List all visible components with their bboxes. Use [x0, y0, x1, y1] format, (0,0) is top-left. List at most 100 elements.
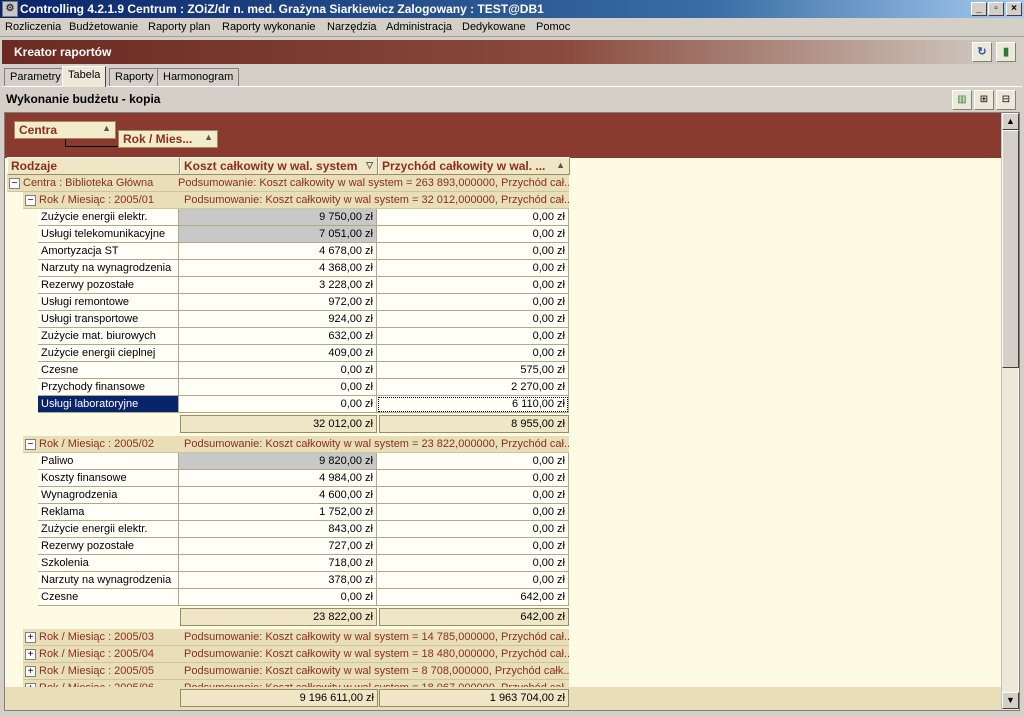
collapse-icon[interactable]: −	[9, 178, 20, 189]
cell-koszt[interactable]: 1 752,00 zł	[179, 504, 377, 521]
group-row-month-collapsed[interactable]: + Rok / Miesiąc : 2005/05 Podsumowanie: Ko…	[23, 663, 569, 680]
cell-przychod[interactable]: 575,00 zł	[377, 362, 569, 379]
cell-przychod[interactable]: 0,00 zł	[377, 453, 569, 470]
menu-rozliczenia[interactable]: Rozliczenia	[5, 21, 61, 33]
table-row[interactable]: Zużycie energii elektr. 9 750,00 zł 0,00 z…	[5, 209, 571, 226]
cell-koszt[interactable]: 632,00 zł	[179, 328, 377, 345]
cell-rodzaj[interactable]: Usługi laboratoryjne	[38, 396, 179, 413]
cell-rodzaj[interactable]: Paliwo	[38, 453, 179, 470]
table-row[interactable]: Narzuty na wynagrodzenia 4 368,00 zł 0,00 …	[5, 260, 571, 277]
column-header-koszt[interactable]: Koszt całkowity w wal. system ▽	[180, 157, 378, 175]
cell-koszt[interactable]: 0,00 zł	[179, 589, 377, 606]
cell-koszt[interactable]: 843,00 zł	[179, 521, 377, 538]
cell-przychod[interactable]: 0,00 zł	[377, 487, 569, 504]
cell-rodzaj[interactable]: Zużycie energii cieplnej	[38, 345, 179, 362]
cell-koszt[interactable]: 409,00 zł	[179, 345, 377, 362]
chart-icon[interactable]: ▥	[952, 90, 972, 110]
scroll-up-button[interactable]: ▲	[1002, 113, 1019, 130]
cell-koszt[interactable]: 4 984,00 zł	[179, 470, 377, 487]
cell-rodzaj[interactable]: Szkolenia	[38, 555, 179, 572]
pin-icon[interactable]: ▮	[996, 42, 1016, 62]
cell-koszt[interactable]: 9 820,00 zł	[179, 453, 377, 470]
cell-przychod[interactable]: 0,00 zł	[377, 243, 569, 260]
column-header-przychod[interactable]: Przychód całkowity w wal. ... ▲	[378, 157, 570, 175]
table-row[interactable]: Zużycie energii elektr. 843,00 zł 0,00 zł	[5, 521, 571, 538]
cell-koszt[interactable]: 378,00 zł	[179, 572, 377, 589]
table-row[interactable]: Rezerwy pozostałe 727,00 zł 0,00 zł	[5, 538, 571, 555]
cell-koszt[interactable]: 4 368,00 zł	[179, 260, 377, 277]
cell-przychod[interactable]: 0,00 zł	[377, 555, 569, 572]
cell-przychod[interactable]: 0,00 zł	[377, 538, 569, 555]
cell-koszt[interactable]: 0,00 zł	[179, 396, 377, 413]
cell-koszt[interactable]: 4 678,00 zł	[179, 243, 377, 260]
window-title-bar[interactable]: ⚙ Controlling 4.2.1.9 Centrum : ZOiZ/dr …	[0, 0, 1024, 18]
cell-koszt[interactable]: 727,00 zł	[179, 538, 377, 555]
cell-koszt[interactable]: 7 051,00 zł	[179, 226, 377, 243]
table-row[interactable]: Usługi transportowe 924,00 zł 0,00 zł	[5, 311, 571, 328]
cell-przychod[interactable]: 0,00 zł	[377, 260, 569, 277]
menu-dedykowane[interactable]: Dedykowane	[462, 21, 526, 33]
cell-przychod[interactable]: 0,00 zł	[377, 226, 569, 243]
cell-rodzaj[interactable]: Rezerwy pozostałe	[38, 538, 179, 555]
table-row[interactable]: Koszty finansowe 4 984,00 zł 0,00 zł	[5, 470, 571, 487]
collapse-all-icon[interactable]: ⊟	[996, 90, 1016, 110]
cell-rodzaj[interactable]: Zużycie mat. biurowych	[38, 328, 179, 345]
vertical-scrollbar[interactable]: ▲ ▼	[1001, 113, 1019, 710]
cell-koszt[interactable]: 718,00 zł	[179, 555, 377, 572]
cell-przychod[interactable]: 0,00 zł	[377, 470, 569, 487]
cell-przychod[interactable]: 0,00 zł	[377, 504, 569, 521]
group-row-centrum[interactable]: − Centra : Biblioteka Główna Podsumowanie:…	[7, 175, 569, 192]
table-row[interactable]: Rezerwy pozostałe 3 228,00 zł 0,00 zł	[5, 277, 571, 294]
cell-rodzaj[interactable]: Przychody finansowe	[38, 379, 179, 396]
app-icon[interactable]: ⚙	[2, 1, 18, 17]
collapse-icon[interactable]: −	[25, 439, 36, 450]
table-row[interactable]: Reklama 1 752,00 zł 0,00 zł	[5, 504, 571, 521]
menu-raporty-plan[interactable]: Raporty plan	[148, 21, 210, 33]
scroll-thumb[interactable]	[1002, 130, 1019, 368]
tab-parametry[interactable]: Parametry	[4, 68, 67, 86]
refresh-icon[interactable]: ↻	[972, 42, 992, 62]
table-row[interactable]: Usługi remontowe 972,00 zł 0,00 zł	[5, 294, 571, 311]
menu-raporty-wykonanie[interactable]: Raporty wykonanie	[222, 21, 316, 33]
cell-przychod[interactable]: 0,00 zł	[377, 328, 569, 345]
table-row[interactable]: Usługi telekomunikacyjne 7 051,00 zł 0,00 …	[5, 226, 571, 243]
expand-icon[interactable]: +	[25, 632, 36, 643]
cell-przychod[interactable]: 0,00 zł	[377, 345, 569, 362]
cell-koszt[interactable]: 4 600,00 zł	[179, 487, 377, 504]
cell-koszt[interactable]: 9 750,00 zł	[179, 209, 377, 226]
cell-rodzaj[interactable]: Narzuty na wynagrodzenia	[38, 572, 179, 589]
table-row[interactable]: Paliwo 9 820,00 zł 0,00 zł	[5, 453, 571, 470]
cell-rodzaj[interactable]: Rezerwy pozostałe	[38, 277, 179, 294]
cell-koszt[interactable]: 0,00 zł	[179, 379, 377, 396]
cell-przychod[interactable]: 0,00 zł	[377, 572, 569, 589]
menu-narzedzia[interactable]: Narzędzia	[327, 21, 377, 33]
expand-icon[interactable]: +	[25, 666, 36, 677]
minimize-button[interactable]: _	[971, 2, 987, 16]
table-row[interactable]: Przychody finansowe 0,00 zł 2 270,00 zł	[5, 379, 571, 396]
table-row[interactable]: Szkolenia 718,00 zł 0,00 zł	[5, 555, 571, 572]
scroll-down-button[interactable]: ▼	[1002, 692, 1019, 709]
expand-icon[interactable]: +	[25, 649, 36, 660]
cell-rodzaj[interactable]: Koszty finansowe	[38, 470, 179, 487]
collapse-icon[interactable]: −	[25, 195, 36, 206]
cell-przychod[interactable]: 0,00 zł	[377, 311, 569, 328]
cell-przychod[interactable]: 6 110,00 zł	[377, 396, 569, 413]
group-row-month-collapsed[interactable]: + Rok / Miesiąc : 2005/03 Podsumowanie: Ko…	[23, 629, 569, 646]
tab-harmonogram[interactable]: Harmonogram	[157, 68, 240, 86]
cell-rodzaj[interactable]: Wynagrodzenia	[38, 487, 179, 504]
menu-pomoc[interactable]: Pomoc	[536, 21, 570, 33]
cell-rodzaj[interactable]: Usługi telekomunikacyjne	[38, 226, 179, 243]
table-row[interactable]: Czesne 0,00 zł 575,00 zł	[5, 362, 571, 379]
cell-rodzaj[interactable]: Czesne	[38, 362, 179, 379]
tab-tabela[interactable]: Tabela	[62, 66, 107, 87]
column-header-rodzaje[interactable]: Rodzaje	[7, 157, 180, 175]
group-row-month[interactable]: − Rok / Miesiąc : 2005/02 Podsumowanie: Ko…	[23, 436, 569, 453]
cell-rodzaj[interactable]: Amortyzacja ST	[38, 243, 179, 260]
group-chip-rok-miesiac[interactable]: Rok / Mies... ▲	[118, 130, 218, 148]
cell-przychod[interactable]: 0,00 zł	[377, 277, 569, 294]
cell-przychod[interactable]: 2 270,00 zł	[377, 379, 569, 396]
table-row[interactable]: Zużycie mat. biurowych 632,00 zł 0,00 zł	[5, 328, 571, 345]
cell-rodzaj[interactable]: Narzuty na wynagrodzenia	[38, 260, 179, 277]
cell-rodzaj[interactable]: Usługi remontowe	[38, 294, 179, 311]
menu-budzetowanie[interactable]: Budżetowanie	[69, 21, 138, 33]
